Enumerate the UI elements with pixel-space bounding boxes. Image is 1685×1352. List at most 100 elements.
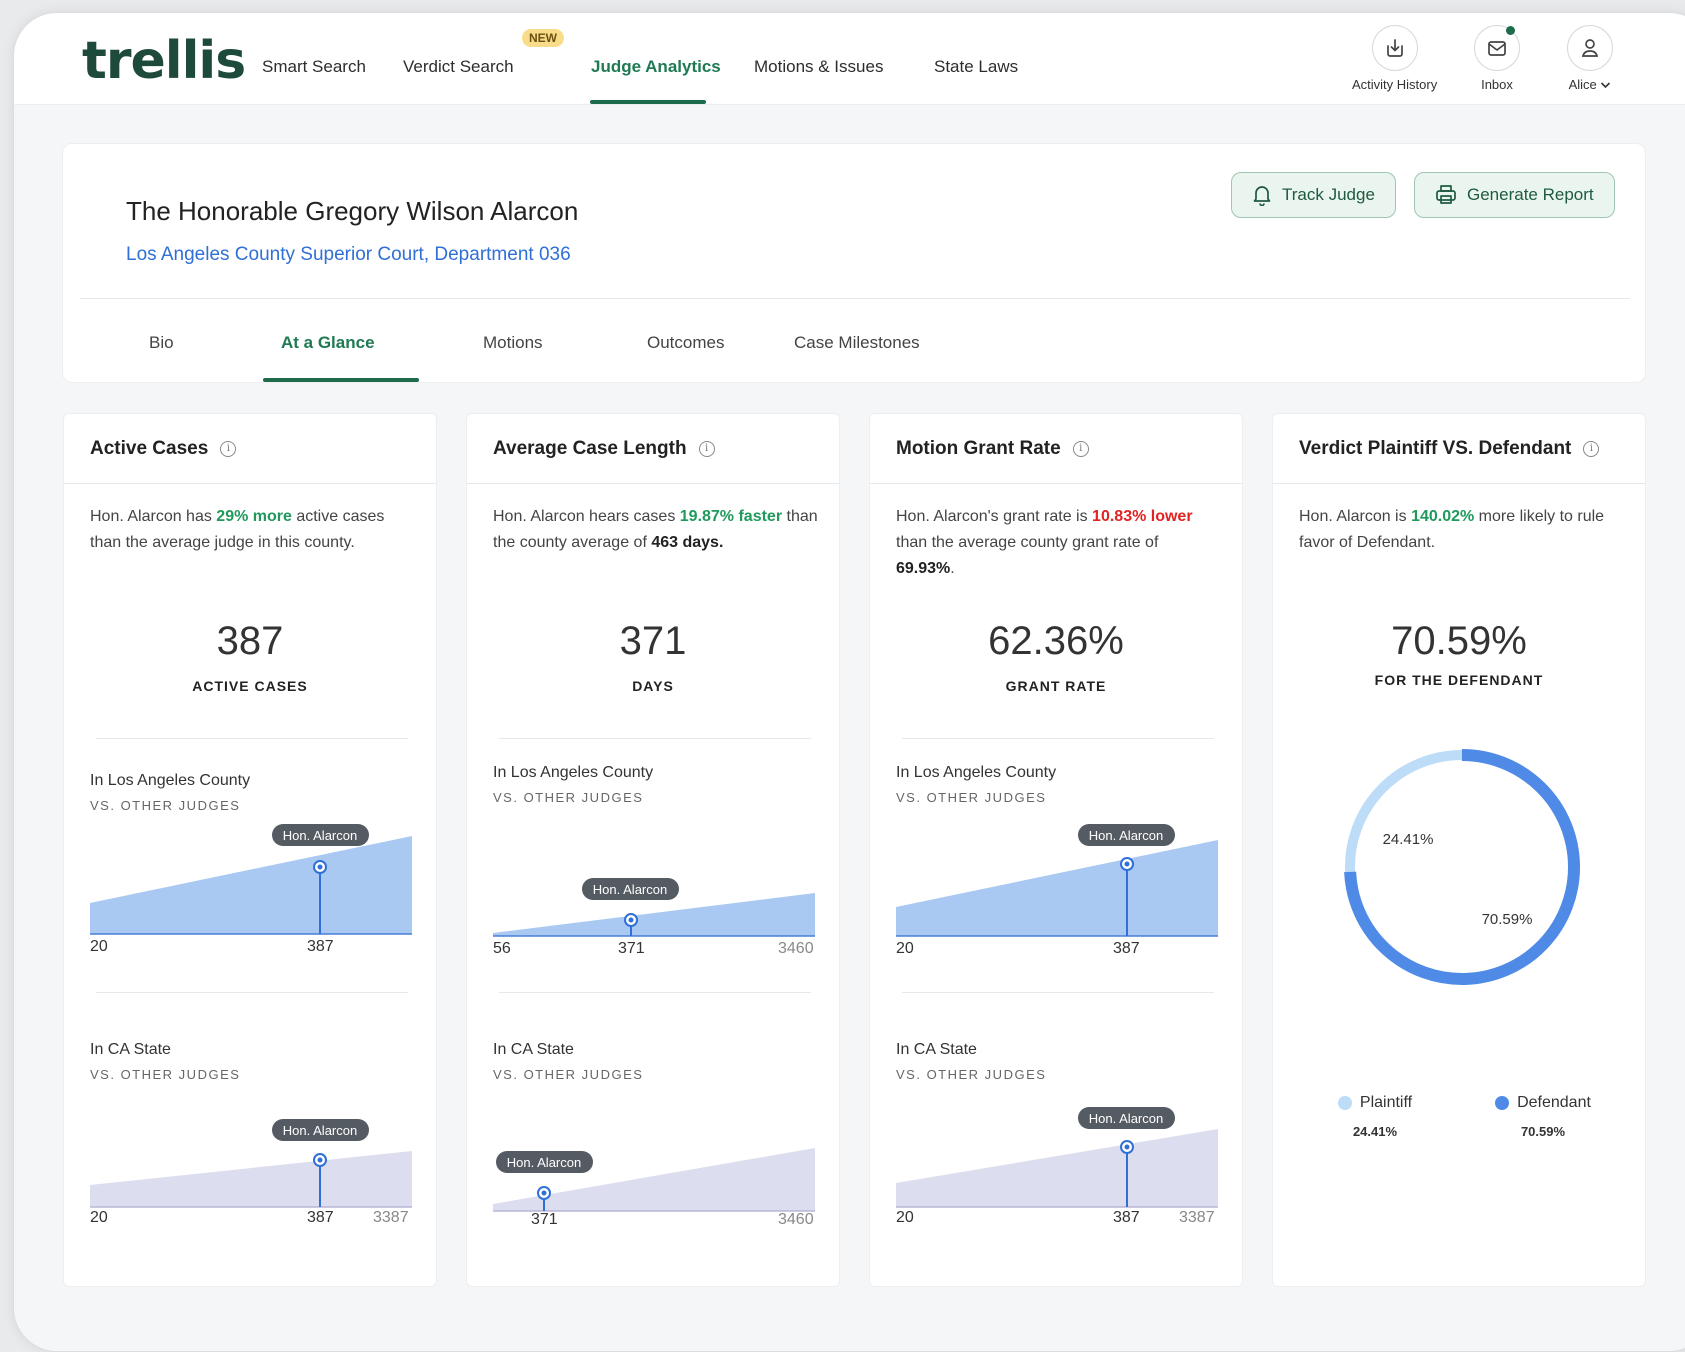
activity-history-button[interactable]: Activity History [1352, 25, 1437, 92]
axis-judge: 387 [1113, 940, 1140, 957]
judge-tooltip: Hon. Alarcon [507, 1155, 581, 1170]
legend-defendant-label: Defendant [1517, 1094, 1591, 1111]
chevron-down-icon [1601, 82, 1611, 89]
tab-outcomes[interactable]: Outcomes [647, 333, 724, 353]
divider [96, 738, 408, 739]
metric-value: 371 [619, 619, 687, 663]
card-title: Motion Grant Rate [896, 437, 1061, 459]
county-section-title: In Los Angeles County [896, 764, 1057, 781]
judge-tooltip: Hon. Alarcon [1089, 828, 1163, 843]
county-section-subtitle: VS. OTHER JUDGES [896, 790, 1047, 805]
card-description: Hon. Alarcon hears cases 19.87% faster t… [493, 508, 818, 551]
card-description: Hon. Alarcon has 29% more active cases t… [90, 508, 385, 551]
verdict-card: Verdict Plaintiff VS. Defendant i Hon. A… [1272, 413, 1646, 1287]
legend-plaintiff: Plaintiff 24.41% [1325, 1094, 1425, 1139]
axis-min: 56 [493, 940, 511, 957]
judge-tooltip: Hon. Alarcon [283, 828, 357, 843]
trellis-logo[interactable]: trellis [82, 31, 246, 91]
top-navigation: trellis Smart Search Verdict Search NEW … [14, 13, 1685, 105]
axis-min: 20 [896, 1209, 914, 1226]
motion-grant-rate-card: Motion Grant Rate i Hon. Alarcon's grant… [869, 413, 1243, 1287]
axis-max: 3460 [778, 940, 814, 957]
plaintiff-swatch [1337, 1096, 1352, 1110]
tab-case-milestones[interactable]: Case Milestones [794, 333, 920, 353]
state-distribution-chart: Hon. Alarcon [896, 1107, 1218, 1208]
printer-icon [1436, 185, 1456, 204]
court-link[interactable]: Los Angeles County Superior Court, Depar… [126, 244, 571, 266]
state-section-title: In CA State [90, 1041, 171, 1058]
inbox-label: Inbox [1481, 77, 1513, 92]
state-section-subtitle: VS. OTHER JUDGES [493, 1067, 644, 1082]
nav-motions-issues[interactable]: Motions & Issues [754, 57, 883, 77]
average-case-length-card: Average Case Length i Hon. Alarcon hears… [466, 413, 840, 1287]
state-section-subtitle: VS. OTHER JUDGES [896, 1067, 1047, 1082]
judge-tooltip: Hon. Alarcon [593, 882, 667, 897]
generate-report-button[interactable]: Generate Report [1414, 172, 1615, 218]
card-title: Average Case Length [493, 437, 687, 459]
defendant-swatch [1495, 1096, 1510, 1110]
state-section-subtitle: VS. OTHER JUDGES [90, 1067, 241, 1082]
nav-smart-search[interactable]: Smart Search [262, 57, 366, 77]
axis-min: 20 [896, 940, 914, 957]
tab-motions[interactable]: Motions [483, 333, 543, 353]
bell-icon [1253, 186, 1271, 206]
axis-min: 20 [90, 1209, 108, 1226]
county-section-title: In Los Angeles County [90, 772, 251, 789]
metric-value: 62.36% [988, 619, 1124, 663]
metric-caption: DAYS [632, 678, 674, 694]
app-window: trellis Smart Search Verdict Search NEW … [13, 12, 1685, 1352]
divider [96, 992, 408, 993]
active-tab-indicator [263, 378, 419, 382]
nav-state-laws[interactable]: State Laws [934, 57, 1018, 77]
new-badge: NEW [522, 29, 564, 47]
legend-defendant-value: 70.59% [1520, 1124, 1566, 1139]
axis-max: 3387 [1179, 1209, 1215, 1226]
county-distribution-chart: Hon. Alarcon [90, 824, 412, 935]
metric-caption: GRANT RATE [1005, 678, 1107, 694]
county-section-subtitle: VS. OTHER JUDGES [90, 798, 241, 813]
user-icon [1581, 39, 1599, 57]
verdict-donut-chart: 24.41% 70.59% [1344, 749, 1580, 985]
inbox-button[interactable]: Inbox [1474, 25, 1520, 92]
judge-tooltip: Hon. Alarcon [283, 1123, 357, 1138]
plaintiff-slice-label: 24.41% [1383, 831, 1434, 848]
judge-name: The Honorable Gregory Wilson Alarcon [126, 196, 579, 226]
state-section-title: In CA State [896, 1041, 977, 1058]
download-tray-icon [1386, 39, 1403, 57]
card-title: Verdict Plaintiff VS. Defendant [1299, 437, 1572, 459]
legend-defendant: Defendant 70.59% [1483, 1094, 1603, 1139]
info-icon[interactable]: i [220, 440, 237, 457]
divider [499, 738, 811, 739]
judge-header-card: The Honorable Gregory Wilson Alarcon Los… [62, 143, 1646, 383]
notification-dot [1506, 26, 1515, 35]
legend-plaintiff-value: 24.41% [1352, 1124, 1398, 1139]
state-distribution-chart: Hon. Alarcon [90, 1119, 412, 1208]
tab-at-a-glance[interactable]: At a Glance [281, 333, 375, 353]
active-cases-card: Active Cases i Hon. Alarcon has 29% more… [63, 413, 437, 1287]
axis-judge: 371 [618, 940, 645, 957]
card-title: Active Cases [90, 437, 209, 459]
header-divider [80, 298, 1630, 299]
county-section-title: In Los Angeles County [493, 764, 654, 781]
info-icon[interactable]: i [698, 440, 715, 457]
tab-bio[interactable]: Bio [149, 333, 174, 353]
active-nav-indicator [590, 100, 706, 104]
divider [499, 992, 811, 993]
nav-judge-analytics[interactable]: Judge Analytics [591, 57, 721, 77]
divider [902, 992, 1214, 993]
axis-judge: 387 [307, 1209, 334, 1226]
metric-value: 387 [216, 619, 284, 663]
metric-caption: FOR THE DEFENDANT [1374, 672, 1544, 688]
card-description: Hon. Alarcon's grant rate is 10.83% lowe… [896, 508, 1193, 577]
divider [902, 738, 1214, 739]
county-distribution-chart: Hon. Alarcon [493, 878, 815, 937]
track-judge-button[interactable]: Track Judge [1231, 172, 1396, 218]
user-menu-button[interactable]: Alice [1567, 25, 1613, 92]
axis-judge: 387 [307, 938, 334, 955]
inbox-icon [1488, 41, 1506, 56]
activity-history-label: Activity History [1352, 77, 1438, 92]
info-icon[interactable]: i [1583, 440, 1600, 457]
card-description: Hon. Alarcon is 140.02% more likely to r… [1299, 508, 1605, 551]
nav-verdict-search[interactable]: Verdict Search [403, 57, 514, 77]
info-icon[interactable]: i [1072, 440, 1089, 457]
